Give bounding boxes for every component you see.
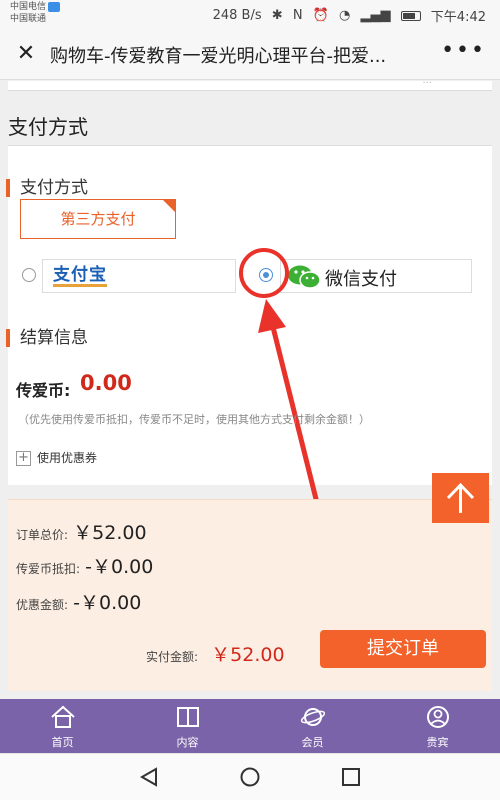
nav-item-home[interactable]: 首页 xyxy=(0,699,125,753)
carrier-2: 中国联通 xyxy=(10,14,47,24)
total-label: 订单总价: xyxy=(16,528,69,542)
coupon-label: 使用优惠券 xyxy=(37,451,98,465)
actual-pay-label: 实付金额: xyxy=(146,650,199,664)
title-bar: ✕ 购物车-传爱教育一爱光明心理平台-把爱... ••• xyxy=(0,28,500,80)
more-options-icon[interactable]: ••• xyxy=(441,38,486,63)
coin-label: 传爱币: xyxy=(16,381,71,400)
page-title: 购物车-传爱教育一爱光明心理平台-把爱... xyxy=(50,46,387,67)
clock-time: 下午4:42 xyxy=(430,10,486,25)
use-coupon-toggle[interactable]: + 使用优惠券 xyxy=(16,449,97,466)
cut-off-previous-section: ... xyxy=(8,81,492,91)
alipay-option[interactable]: 支付宝 xyxy=(42,259,236,293)
recent-apps-icon[interactable] xyxy=(340,766,362,788)
alipay-logo: 支付宝 xyxy=(53,265,107,287)
scroll-to-top-button[interactable] xyxy=(432,473,489,523)
order-summary: 订单总价: ￥52.00 传爱币抵扣: -￥0.00 优惠金额: -￥0.00 … xyxy=(8,499,492,691)
member-icon xyxy=(300,708,325,726)
alarm-icon: ⏰ xyxy=(312,8,329,23)
third-party-pay-label: 第三方支付 xyxy=(60,210,136,228)
network-speed: 248 B/s xyxy=(212,8,262,23)
tab-corner-mark xyxy=(163,200,175,212)
total-row: 订单总价: ￥52.00 xyxy=(16,518,147,545)
bluetooth-icon: ✱ xyxy=(271,8,283,23)
coin-deduct-value: -￥0.00 xyxy=(85,556,154,578)
signal-icon: ▂▄▆ xyxy=(360,8,391,23)
nav-label-home: 首页 xyxy=(51,736,74,749)
nav-label-vip: 贵宾 xyxy=(426,736,449,749)
nav-item-vip[interactable]: 贵宾 xyxy=(375,699,500,753)
book-icon xyxy=(176,707,199,727)
coin-deduct-row: 传爱币抵扣: -￥0.00 xyxy=(16,552,153,579)
battery-icon xyxy=(400,10,421,21)
nfc-icon: N xyxy=(292,8,303,23)
system-nav-bar xyxy=(0,753,500,800)
total-value: ￥52.00 xyxy=(73,522,147,544)
carrier-info: 中国电信 中国联通 xyxy=(10,1,61,25)
nav-item-member[interactable]: 会员 xyxy=(250,699,375,753)
settlement-sub-title: 结算信息 xyxy=(6,327,88,349)
page-content: ... 支付方式 支付方式 第三方支付 支付宝 微信支付 结算信息 传爱币: 0… xyxy=(0,81,500,699)
actual-pay-value: ￥52.00 xyxy=(211,644,285,666)
payment-sub-title: 支付方式 xyxy=(6,177,88,199)
user-icon xyxy=(426,706,449,728)
coin-hint: （优先使用传爱币抵扣，传爱币不足时，使用其他方式支付剩余金额！） xyxy=(18,413,370,426)
home-circle-icon[interactable] xyxy=(239,766,261,788)
coin-value: 0.00 xyxy=(80,371,132,395)
submit-order-button[interactable]: 提交订单 xyxy=(320,630,486,668)
third-party-pay-tab[interactable]: 第三方支付 xyxy=(20,199,176,239)
back-icon[interactable] xyxy=(138,766,160,788)
wechat-pay-option[interactable]: 微信支付 xyxy=(280,259,472,293)
discount-value: -￥0.00 xyxy=(73,592,142,614)
nav-label-content: 内容 xyxy=(176,736,199,749)
cut-off-text: ... xyxy=(422,81,432,86)
nav-item-content[interactable]: 内容 xyxy=(125,699,250,753)
coin-deduct-label: 传爱币抵扣: xyxy=(16,562,81,576)
wechat-pay-label: 微信支付 xyxy=(325,269,397,290)
wifi-icon: ◔ xyxy=(339,8,351,23)
status-icons: 248 B/s ✱ N ⏰ ◔ ▂▄▆ 下午4:42 xyxy=(213,6,486,25)
arrow-up-icon xyxy=(446,482,475,513)
discount-row: 优惠金额: -￥0.00 xyxy=(16,588,141,615)
actual-pay-row: 实付金额: ￥52.00 xyxy=(146,640,285,667)
nav-label-member: 会员 xyxy=(301,736,324,749)
alipay-radio[interactable] xyxy=(22,268,36,282)
wechat-icon xyxy=(288,265,321,289)
annotation-circle xyxy=(239,248,289,298)
plus-icon: + xyxy=(16,451,31,466)
close-icon[interactable]: ✕ xyxy=(12,40,40,68)
message-icon xyxy=(48,1,61,12)
home-icon xyxy=(50,705,75,728)
bottom-nav: 首页 内容 会员 贵宾 xyxy=(0,699,500,753)
discount-label: 优惠金额: xyxy=(16,598,69,612)
carrier-1: 中国电信 xyxy=(10,2,47,12)
status-bar: 中国电信 中国联通 248 B/s ✱ N ⏰ ◔ ▂▄▆ 下午4:42 xyxy=(0,0,500,28)
payment-section-title: 支付方式 xyxy=(8,115,88,139)
